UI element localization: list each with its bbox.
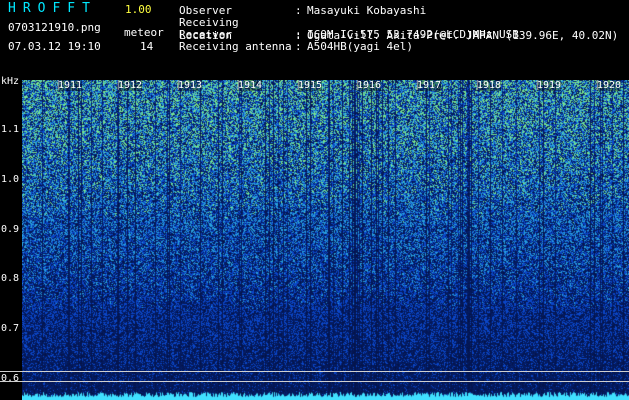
axis-label: 1.0: [1, 174, 20, 185]
info-colon: :: [295, 40, 302, 53]
info-antenna: Receiving antenna: A504HB(yagi 4el): [179, 40, 413, 53]
meteor-count: 14: [140, 40, 154, 53]
axis-unit: kHz: [1, 76, 20, 87]
spectrogram: [22, 80, 629, 400]
app-version: 1.00: [125, 3, 152, 16]
info-value: A504HB(yagi 4el): [307, 40, 413, 53]
time-label: 1912: [118, 80, 143, 91]
file-name: 0703121910.png: [8, 21, 101, 34]
time-label: 1915: [298, 80, 323, 91]
axis-label: 0.6: [1, 373, 20, 384]
reference-line: [0, 381, 629, 382]
info-key: Receiving antenna: [179, 40, 292, 53]
axis-label: 0.8: [1, 273, 20, 284]
axis-label: 1.1: [1, 124, 20, 135]
axis-label: 0.9: [1, 224, 20, 235]
time-label: 1919: [537, 80, 562, 91]
time-label: 1920: [597, 80, 622, 91]
time-label: 1913: [178, 80, 203, 91]
time-label: 1917: [417, 80, 442, 91]
time-label: 1918: [477, 80, 502, 91]
file-datetime: 07.03.12 19:10: [8, 40, 101, 53]
meteor-label: meteor: [124, 26, 164, 39]
reference-line: [0, 371, 629, 372]
time-label: 1911: [58, 80, 83, 91]
axis-label: 0.7: [1, 323, 20, 334]
time-label: 1914: [238, 80, 263, 91]
time-label: 1916: [357, 80, 382, 91]
app-title: HROFFT: [8, 1, 97, 16]
